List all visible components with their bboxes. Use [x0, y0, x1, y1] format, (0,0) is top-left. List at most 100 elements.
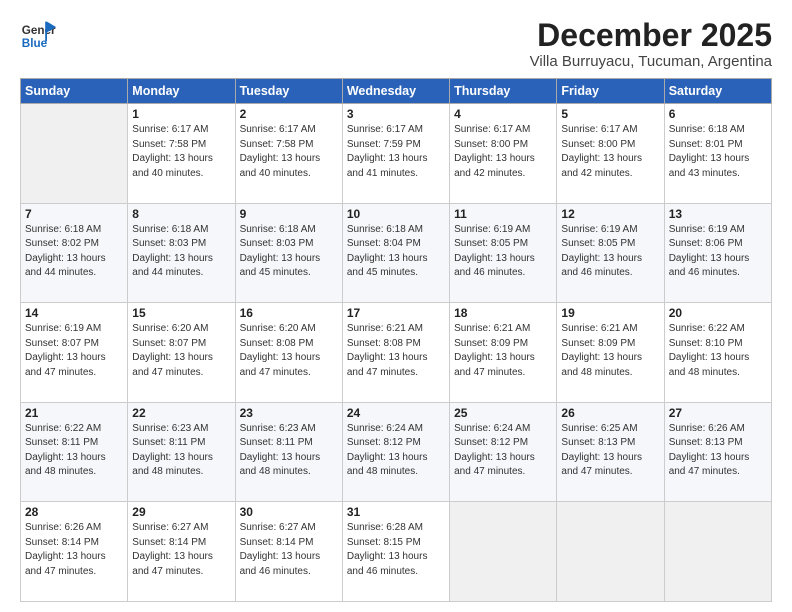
calendar-cell: 7 Sunrise: 6:18 AM Sunset: 8:02 PM Daylig… [21, 203, 128, 303]
day-number: 9 [240, 207, 338, 221]
logo: General Blue [20, 18, 56, 54]
calendar-week-row: 14 Sunrise: 6:19 AM Sunset: 8:07 PM Dayli… [21, 303, 772, 403]
weekday-header-cell: Thursday [450, 79, 557, 104]
day-number: 6 [669, 107, 767, 121]
calendar-cell: 10 Sunrise: 6:18 AM Sunset: 8:04 PM Dayli… [342, 203, 449, 303]
day-info: Sunrise: 6:21 AM Sunset: 8:09 PM Dayligh… [454, 322, 552, 380]
day-info: Sunrise: 6:20 AM Sunset: 8:08 PM Dayligh… [240, 322, 338, 380]
day-info: Sunrise: 6:18 AM Sunset: 8:04 PM Dayligh… [347, 223, 445, 281]
calendar-cell: 29 Sunrise: 6:27 AM Sunset: 8:14 PM Dayli… [128, 502, 235, 602]
day-info: Sunrise: 6:19 AM Sunset: 8:06 PM Dayligh… [669, 223, 767, 281]
calendar-cell: 31Sunrise: 6:28 AM Sunset: 8:15 PM Dayli… [342, 502, 449, 602]
day-number: 17 [347, 306, 445, 320]
day-info: Sunrise: 6:27 AM Sunset: 8:14 PM Dayligh… [132, 521, 230, 579]
calendar-cell: 16 Sunrise: 6:20 AM Sunset: 8:08 PM Dayli… [235, 303, 342, 403]
day-info: Sunrise: 6:26 AM Sunset: 8:14 PM Dayligh… [25, 521, 123, 579]
day-number: 1 [132, 107, 230, 121]
calendar-table: SundayMondayTuesdayWednesdayThursdayFrid… [20, 78, 772, 602]
day-number: 20 [669, 306, 767, 320]
day-number: 3 [347, 107, 445, 121]
calendar-cell: 26 Sunrise: 6:25 AM Sunset: 8:13 PM Dayli… [557, 402, 664, 502]
day-number: 16 [240, 306, 338, 320]
calendar-body: 1 Sunrise: 6:17 AM Sunset: 7:58 PM Daylig… [21, 104, 772, 602]
calendar-cell: 24 Sunrise: 6:24 AM Sunset: 8:12 PM Dayli… [342, 402, 449, 502]
day-info: Sunrise: 6:18 AM Sunset: 8:03 PM Dayligh… [240, 223, 338, 281]
day-number: 18 [454, 306, 552, 320]
day-number: 28 [25, 505, 123, 519]
logo-icon: General Blue [20, 18, 56, 54]
weekday-header-cell: Tuesday [235, 79, 342, 104]
day-info: Sunrise: 6:22 AM Sunset: 8:10 PM Dayligh… [669, 322, 767, 380]
day-number: 12 [561, 207, 659, 221]
calendar-cell: 28 Sunrise: 6:26 AM Sunset: 8:14 PM Dayli… [21, 502, 128, 602]
calendar-cell: 11 Sunrise: 6:19 AM Sunset: 8:05 PM Dayli… [450, 203, 557, 303]
header: General Blue December 2025 Villa Burruya… [20, 18, 772, 70]
day-number: 31 [347, 505, 445, 519]
day-number: 23 [240, 406, 338, 420]
day-info: Sunrise: 6:17 AM Sunset: 8:00 PM Dayligh… [454, 123, 552, 181]
calendar-week-row: 1 Sunrise: 6:17 AM Sunset: 7:58 PM Daylig… [21, 104, 772, 204]
day-number: 24 [347, 406, 445, 420]
page: General Blue December 2025 Villa Burruya… [0, 0, 792, 612]
day-number: 27 [669, 406, 767, 420]
weekday-header-cell: Sunday [21, 79, 128, 104]
calendar-cell: 18 Sunrise: 6:21 AM Sunset: 8:09 PM Dayli… [450, 303, 557, 403]
day-info: Sunrise: 6:17 AM Sunset: 7:58 PM Dayligh… [240, 123, 338, 181]
calendar-cell: 19 Sunrise: 6:21 AM Sunset: 8:09 PM Dayli… [557, 303, 664, 403]
day-info: Sunrise: 6:22 AM Sunset: 8:11 PM Dayligh… [25, 422, 123, 480]
day-number: 19 [561, 306, 659, 320]
day-number: 5 [561, 107, 659, 121]
weekday-header: SundayMondayTuesdayWednesdayThursdayFrid… [21, 79, 772, 104]
calendar-cell [664, 502, 771, 602]
day-number: 7 [25, 207, 123, 221]
day-number: 29 [132, 505, 230, 519]
calendar-cell: 12Sunrise: 6:19 AM Sunset: 8:05 PM Dayli… [557, 203, 664, 303]
calendar-cell: 30Sunrise: 6:27 AM Sunset: 8:14 PM Dayli… [235, 502, 342, 602]
day-number: 2 [240, 107, 338, 121]
day-info: Sunrise: 6:24 AM Sunset: 8:12 PM Dayligh… [347, 422, 445, 480]
day-number: 13 [669, 207, 767, 221]
calendar-cell: 17 Sunrise: 6:21 AM Sunset: 8:08 PM Dayli… [342, 303, 449, 403]
day-info: Sunrise: 6:18 AM Sunset: 8:01 PM Dayligh… [669, 123, 767, 181]
day-info: Sunrise: 6:24 AM Sunset: 8:12 PM Dayligh… [454, 422, 552, 480]
day-info: Sunrise: 6:19 AM Sunset: 8:05 PM Dayligh… [454, 223, 552, 281]
calendar-cell: 2 Sunrise: 6:17 AM Sunset: 7:58 PM Daylig… [235, 104, 342, 204]
day-info: Sunrise: 6:27 AM Sunset: 8:14 PM Dayligh… [240, 521, 338, 579]
day-number: 15 [132, 306, 230, 320]
day-info: Sunrise: 6:23 AM Sunset: 8:11 PM Dayligh… [132, 422, 230, 480]
calendar-cell: 9 Sunrise: 6:18 AM Sunset: 8:03 PM Daylig… [235, 203, 342, 303]
calendar-cell: 27Sunrise: 6:26 AM Sunset: 8:13 PM Dayli… [664, 402, 771, 502]
calendar-cell: 21 Sunrise: 6:22 AM Sunset: 8:11 PM Dayli… [21, 402, 128, 502]
day-number: 10 [347, 207, 445, 221]
weekday-header-cell: Monday [128, 79, 235, 104]
day-number: 4 [454, 107, 552, 121]
calendar-cell [557, 502, 664, 602]
weekday-header-cell: Wednesday [342, 79, 449, 104]
month-title: December 2025 [530, 18, 772, 53]
day-info: Sunrise: 6:25 AM Sunset: 8:13 PM Dayligh… [561, 422, 659, 480]
day-number: 14 [25, 306, 123, 320]
weekday-header-cell: Saturday [664, 79, 771, 104]
day-info: Sunrise: 6:23 AM Sunset: 8:11 PM Dayligh… [240, 422, 338, 480]
weekday-header-cell: Friday [557, 79, 664, 104]
calendar-cell: 1Sunrise: 6:17 AM Sunset: 7:58 PM Daylig… [128, 104, 235, 204]
day-number: 22 [132, 406, 230, 420]
day-info: Sunrise: 6:18 AM Sunset: 8:02 PM Dayligh… [25, 223, 123, 281]
calendar-week-row: 7 Sunrise: 6:18 AM Sunset: 8:02 PM Daylig… [21, 203, 772, 303]
day-number: 25 [454, 406, 552, 420]
location-title: Villa Burruyacu, Tucuman, Argentina [530, 53, 772, 70]
day-number: 11 [454, 207, 552, 221]
calendar-week-row: 21 Sunrise: 6:22 AM Sunset: 8:11 PM Dayli… [21, 402, 772, 502]
svg-text:Blue: Blue [22, 37, 48, 50]
calendar-week-row: 28 Sunrise: 6:26 AM Sunset: 8:14 PM Dayli… [21, 502, 772, 602]
calendar-cell: 6 Sunrise: 6:18 AM Sunset: 8:01 PM Daylig… [664, 104, 771, 204]
calendar-cell [450, 502, 557, 602]
calendar-cell: 15Sunrise: 6:20 AM Sunset: 8:07 PM Dayli… [128, 303, 235, 403]
day-info: Sunrise: 6:19 AM Sunset: 8:07 PM Dayligh… [25, 322, 123, 380]
calendar-cell: 8Sunrise: 6:18 AM Sunset: 8:03 PM Daylig… [128, 203, 235, 303]
day-number: 21 [25, 406, 123, 420]
calendar-cell: 23 Sunrise: 6:23 AM Sunset: 8:11 PM Dayli… [235, 402, 342, 502]
day-info: Sunrise: 6:21 AM Sunset: 8:08 PM Dayligh… [347, 322, 445, 380]
day-number: 26 [561, 406, 659, 420]
day-info: Sunrise: 6:21 AM Sunset: 8:09 PM Dayligh… [561, 322, 659, 380]
